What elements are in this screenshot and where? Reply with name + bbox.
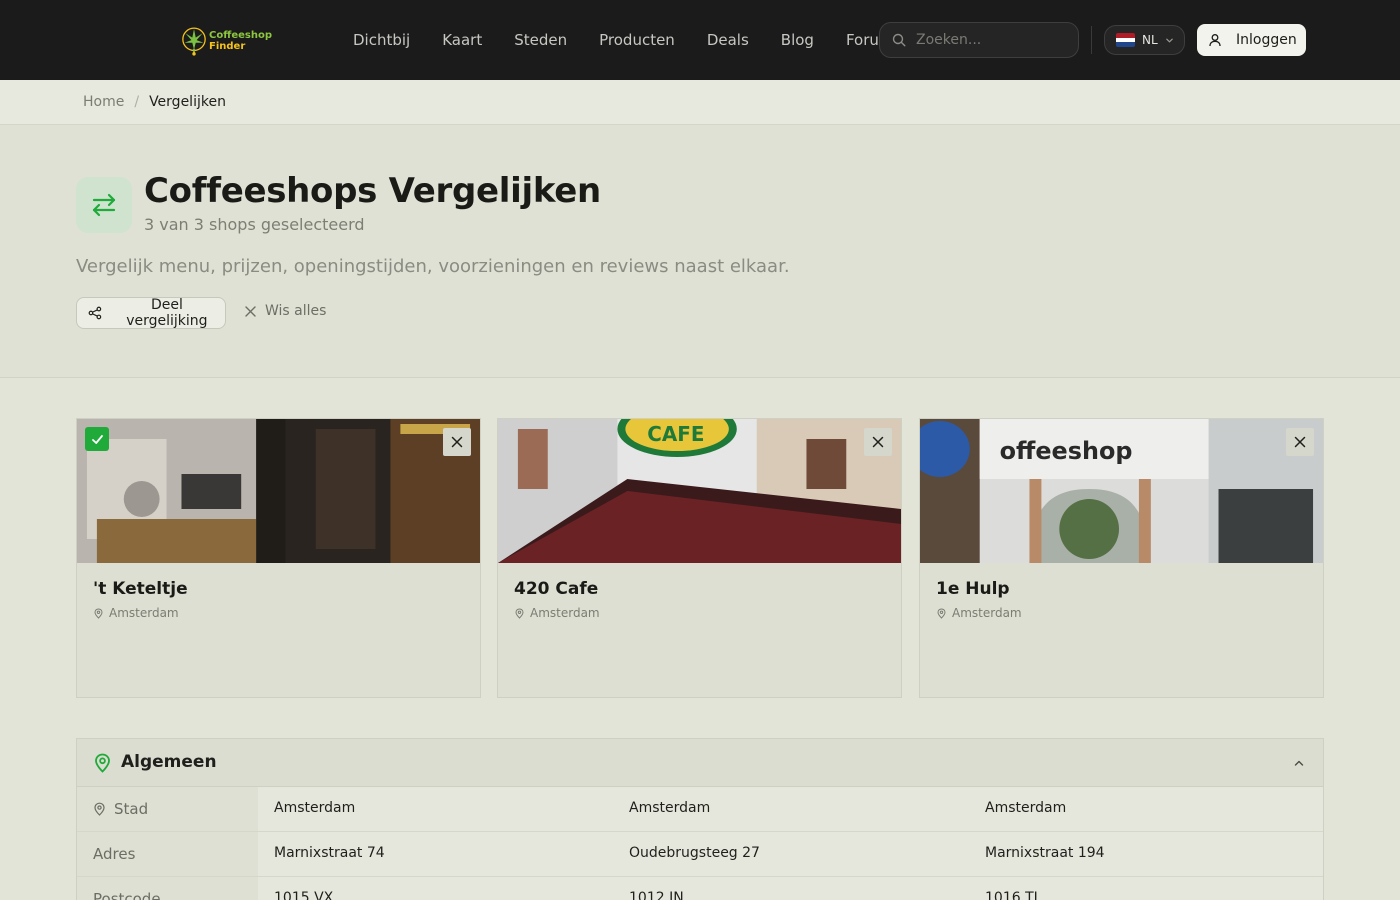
logo-line-2: Finder	[209, 41, 246, 52]
selection-count: 3 van 3 shops geselecteerd	[144, 215, 365, 234]
nav-producten[interactable]: Producten	[599, 31, 675, 49]
map-pin-icon	[937, 607, 946, 619]
nav-deals[interactable]: Deals	[707, 31, 749, 49]
clear-all-button[interactable]: Wis alles	[244, 303, 326, 319]
shop-card-420-cafe[interactable]: CAFE 420 Cafe Amsterdam	[497, 418, 902, 698]
top-navbar: Coffeeshop Finder Dichtbij Kaart Steden …	[0, 0, 1400, 80]
close-icon	[872, 436, 884, 448]
cell-value: 1016 TJ	[985, 890, 1038, 900]
svg-text:CAFE: CAFE	[647, 422, 704, 446]
cell-value: 1015 VX	[274, 890, 334, 900]
shop-name[interactable]: 1e Hulp	[936, 579, 1010, 599]
netherlands-flag-icon	[1116, 33, 1135, 47]
map-pin-icon	[94, 802, 105, 816]
arrows-exchange-icon	[92, 193, 116, 217]
breadcrumb: Home / Vergelijken	[83, 94, 226, 110]
page-title: Coffeeshops Vergelijken	[144, 171, 601, 211]
shop-name[interactable]: 't Keteltje	[93, 579, 188, 599]
cannabis-leaf-icon	[182, 27, 206, 56]
breadcrumb-separator: /	[134, 94, 140, 110]
map-pin-icon	[94, 607, 103, 619]
remove-shop-button[interactable]	[1286, 428, 1314, 456]
row-label-text: Adres	[93, 845, 136, 863]
cell-value: Marnixstraat 194	[985, 845, 1105, 861]
main-nav: Dichtbij Kaart Steden Producten Deals Bl…	[353, 31, 926, 49]
cell-value: Amsterdam	[985, 800, 1067, 816]
map-pin-icon	[95, 753, 110, 773]
clear-label: Wis alles	[265, 303, 327, 319]
shop-city-label: Amsterdam	[109, 606, 179, 620]
cell-value: 1012 JN	[629, 890, 684, 900]
search-input[interactable]	[916, 32, 1066, 48]
row-label: Stad	[77, 787, 258, 831]
comparison-section-general: Algemeen Stad Amsterdam Amsterdam Amster…	[76, 738, 1324, 900]
share-label: Deel vergelijking	[126, 297, 208, 329]
search-box	[879, 22, 1079, 58]
map-pin-icon	[515, 607, 524, 619]
nav-divider	[1091, 26, 1092, 54]
row-label-text: Postcode	[93, 890, 161, 900]
shop-city: Amsterdam	[93, 606, 179, 620]
shop-card-keteltje[interactable]: 't Keteltje Amsterdam	[76, 418, 481, 698]
share-comparison-button[interactable]: Deel vergelijking	[76, 297, 226, 329]
close-icon	[451, 436, 463, 448]
selected-check-badge[interactable]	[85, 427, 109, 451]
language-code: NL	[1142, 33, 1158, 47]
site-logo[interactable]: Coffeeshop Finder	[182, 22, 272, 60]
page-header: Coffeeshops Vergelijken 3 van 3 shops ge…	[0, 125, 1400, 378]
breadcrumb-home[interactable]: Home	[83, 94, 124, 110]
shop-name[interactable]: 420 Cafe	[514, 579, 598, 599]
close-icon	[245, 305, 256, 317]
check-icon	[91, 434, 103, 444]
login-label: Inloggen	[1236, 32, 1297, 48]
shop-card-1e-hulp[interactable]: offeeshop 1e Hulp Amsterdam	[919, 418, 1324, 698]
shop-city-label: Amsterdam	[952, 606, 1022, 620]
cell-value: Amsterdam	[274, 800, 356, 816]
section-title: Algemeen	[121, 752, 217, 772]
nav-kaart[interactable]: Kaart	[442, 31, 482, 49]
compare-icon-badge	[76, 177, 132, 233]
table-row-postcode: Postcode 1015 VX 1012 JN 1016 TJ	[77, 877, 1323, 900]
svg-text:offeeshop: offeeshop	[1000, 437, 1133, 465]
shop-photo: offeeshop	[920, 419, 1323, 563]
nav-steden[interactable]: Steden	[514, 31, 567, 49]
chevron-down-icon	[1165, 38, 1173, 43]
row-label-text: Stad	[114, 800, 149, 818]
nav-dichtbij[interactable]: Dichtbij	[353, 31, 410, 49]
shop-photo: CAFE	[498, 419, 901, 563]
shop-city: Amsterdam	[936, 606, 1022, 620]
share-icon	[88, 306, 102, 320]
row-label: Postcode	[77, 877, 258, 900]
shop-city-label: Amsterdam	[530, 606, 600, 620]
table-row-adres: Adres Marnixstraat 74 Oudebrugsteeg 27 M…	[77, 832, 1323, 877]
close-icon	[1294, 436, 1306, 448]
cell-value: Amsterdam	[629, 800, 711, 816]
table-row-stad: Stad Amsterdam Amsterdam Amsterdam	[77, 787, 1323, 832]
search-icon	[892, 33, 906, 47]
remove-shop-button[interactable]	[443, 428, 471, 456]
nav-blog[interactable]: Blog	[781, 31, 814, 49]
section-header[interactable]: Algemeen	[77, 739, 1323, 787]
row-label: Adres	[77, 832, 258, 876]
login-button[interactable]: Inloggen	[1197, 24, 1306, 56]
shop-city: Amsterdam	[514, 606, 600, 620]
user-icon	[1209, 34, 1221, 47]
remove-shop-button[interactable]	[864, 428, 892, 456]
shop-photo	[77, 419, 480, 563]
logo-line-1: Coffeeshop	[209, 30, 272, 41]
cell-value: Marnixstraat 74	[274, 845, 385, 861]
breadcrumb-bar: Home / Vergelijken	[0, 80, 1400, 125]
chevron-up-icon[interactable]	[1293, 757, 1305, 769]
language-selector[interactable]: NL	[1104, 25, 1185, 55]
breadcrumb-current: Vergelijken	[149, 94, 226, 110]
page-description: Vergelijk menu, prijzen, openingstijden,…	[76, 256, 790, 277]
cell-value: Oudebrugsteeg 27	[629, 845, 760, 861]
